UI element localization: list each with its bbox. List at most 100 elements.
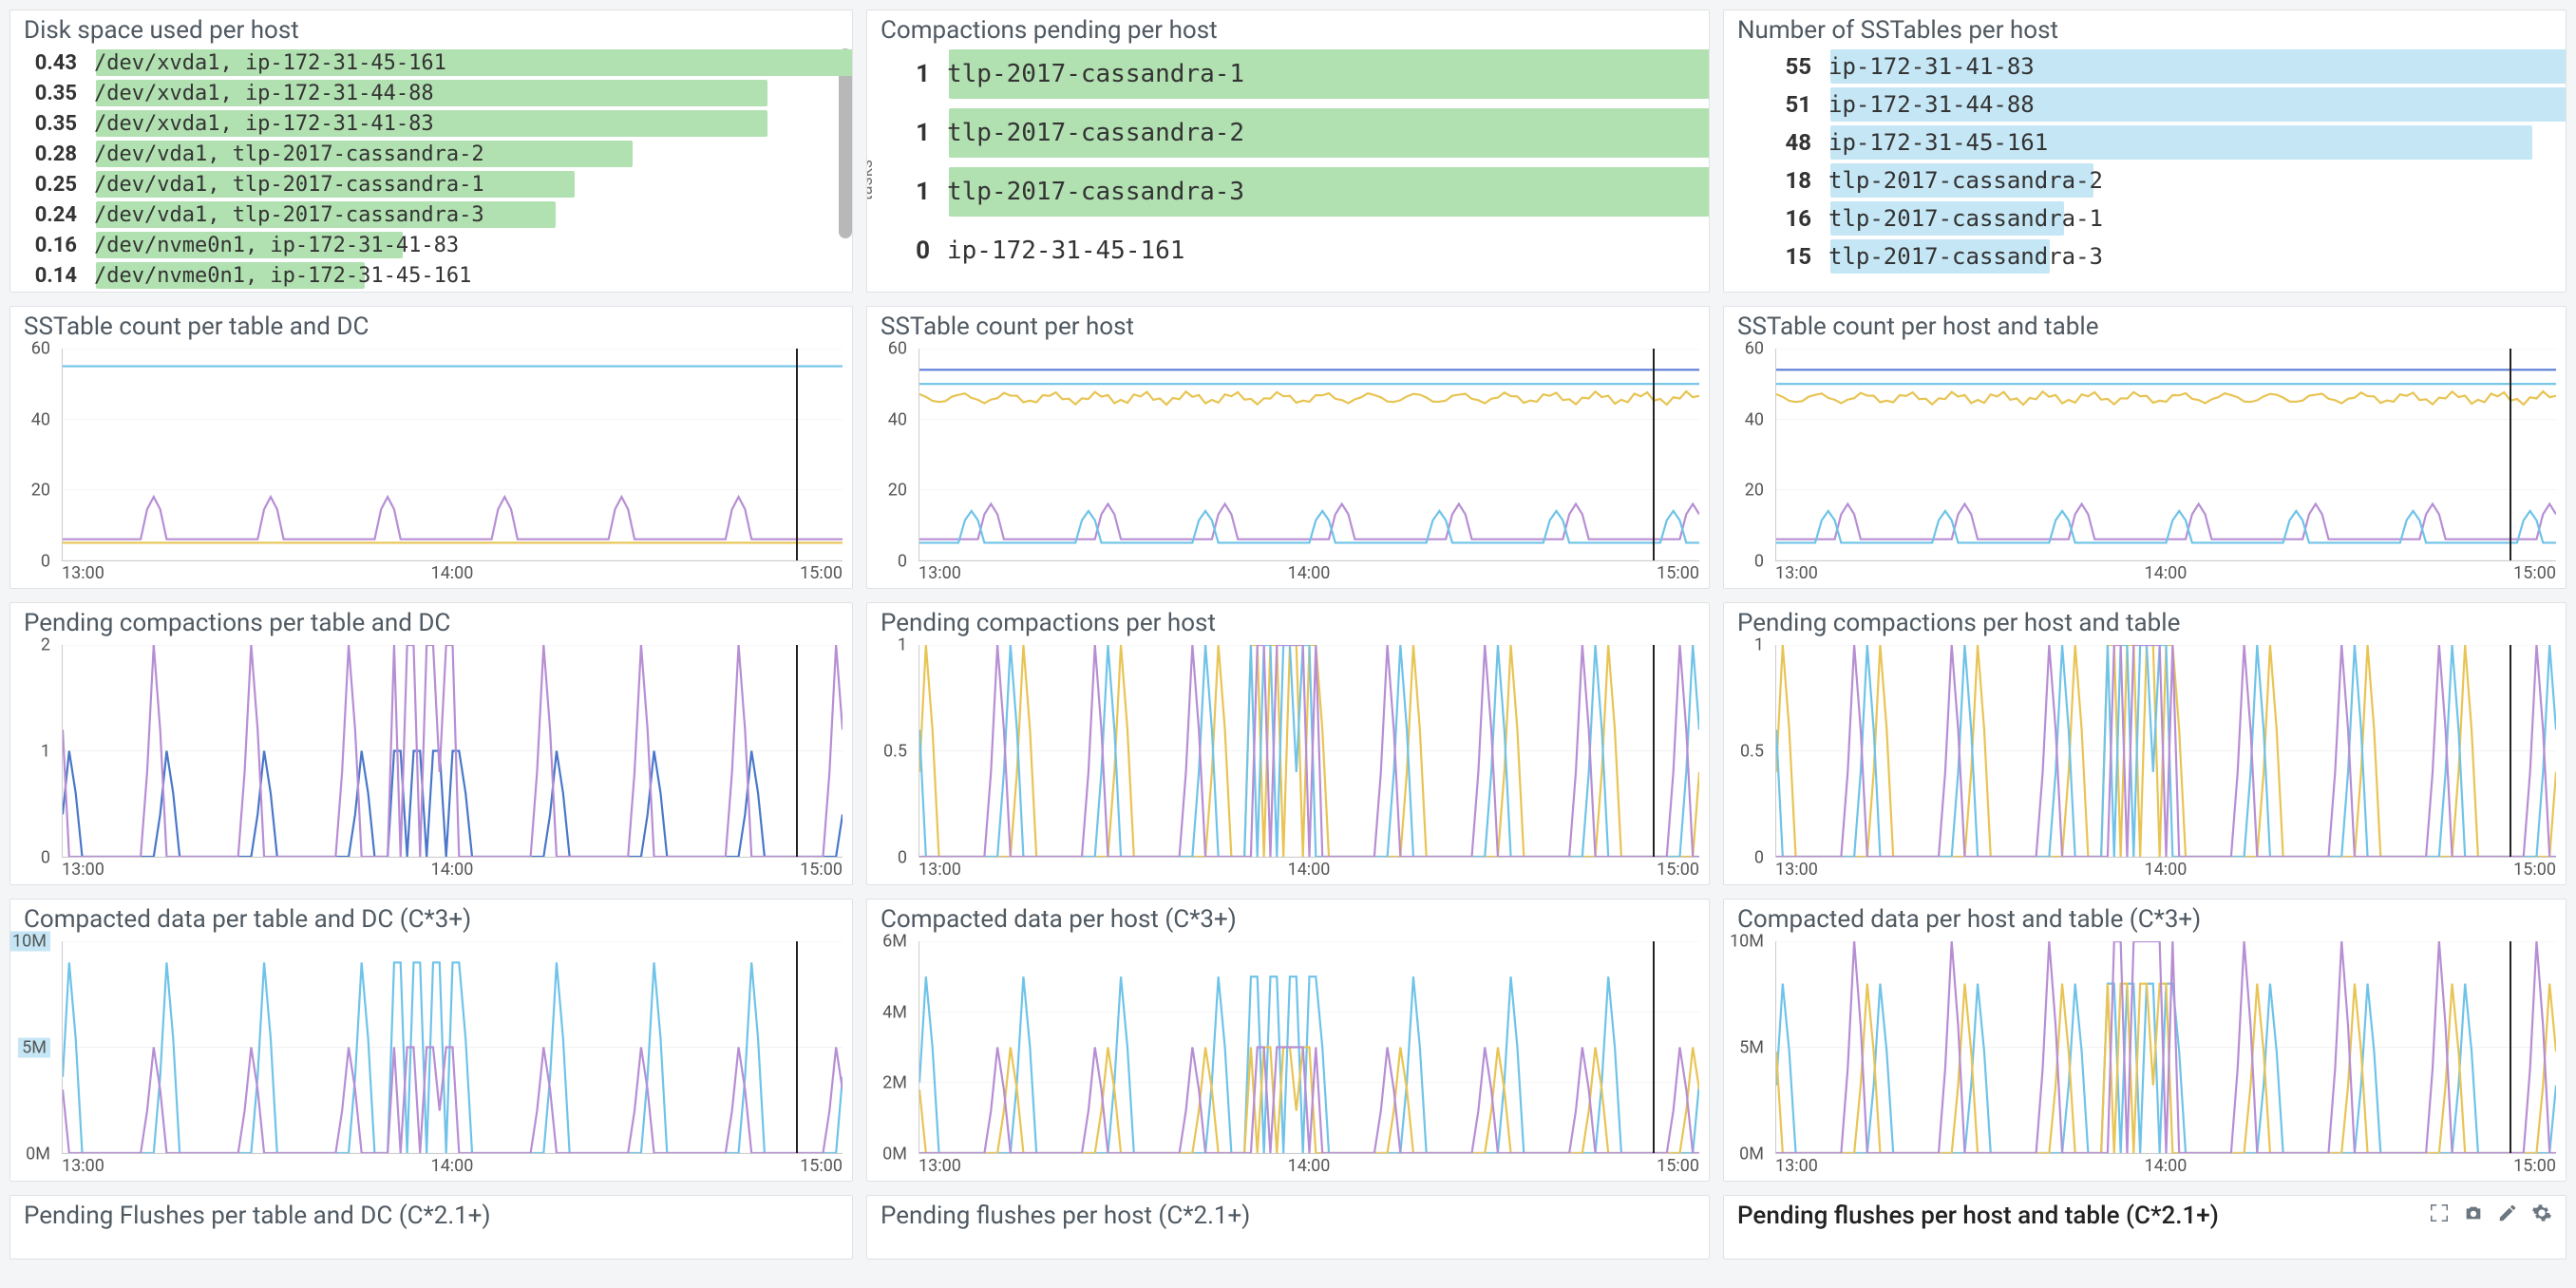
chart-plot[interactable] [1775, 645, 2556, 858]
list-item[interactable]: 1tlp-2017-cassandra-3 [888, 166, 1692, 218]
panel-compactions-pending[interactable]: Compactions pending per host tasks 1tlp-… [866, 9, 1710, 293]
y-tick-label: 20 [1745, 481, 1764, 501]
chart[interactable]: 020406013:0014:0015:00 [10, 345, 852, 588]
time-cursor[interactable] [1653, 349, 1655, 560]
list-item[interactable]: 1tlp-2017-cassandra-1 [888, 48, 1692, 100]
chart[interactable]: 0M2M4M6M13:0014:0015:00 [867, 938, 1709, 1181]
bar-value: 0.25 [10, 173, 86, 197]
panel-title: SSTable count per table and DC [10, 307, 852, 345]
panel-pending-comp-host-table[interactable]: Pending compactions per host and table 0… [1723, 602, 2567, 885]
y-tick-label: 40 [31, 409, 50, 429]
panel-flushes-host-table[interactable]: Pending flushes per host and table (C*2.… [1723, 1195, 2567, 1260]
axis-label: files [1723, 164, 1729, 196]
panel-pending-comp-host[interactable]: Pending compactions per host 00.5113:001… [866, 602, 1710, 885]
chart-plot[interactable] [919, 941, 1699, 1154]
chart[interactable]: 00.5113:0014:0015:00 [867, 641, 1709, 884]
list-item[interactable]: 15tlp-2017-cassandra-3 [1745, 238, 2548, 275]
list-item[interactable]: 0.14/dev/nvme0n1, ip-172-31-45-161 [10, 261, 835, 290]
y-tick-label: 60 [1745, 339, 1764, 359]
bar-label: /dev/vda1, tlp-2017-cassandra-3 [86, 203, 484, 227]
list-item[interactable]: 51ip-172-31-44-88 [1745, 86, 2548, 123]
chart[interactable]: 01213:0014:0015:00 [10, 641, 852, 884]
bar-label: ip-172-31-45-161 [1821, 129, 2048, 156]
time-cursor[interactable] [796, 349, 798, 560]
time-cursor[interactable] [2510, 349, 2511, 560]
x-tick-label: 15:00 [800, 860, 843, 884]
panel-compacted-table-dc[interactable]: Compacted data per table and DC (C*3+) 0… [9, 899, 853, 1182]
bar-label: /dev/vda1, tlp-2017-cassandra-1 [86, 173, 484, 197]
panel-compacted-host-table[interactable]: Compacted data per host and table (C*3+)… [1723, 899, 2567, 1182]
time-cursor[interactable] [1653, 645, 1655, 857]
bar-value: 1 [888, 178, 939, 206]
time-cursor[interactable] [796, 941, 798, 1153]
fullscreen-icon[interactable] [2429, 1202, 2450, 1230]
bar-label: /dev/nvme0n1, ip-172-31-45-161 [86, 264, 471, 288]
panel-sstable-table-dc[interactable]: SSTable count per table and DC 020406013… [9, 306, 853, 589]
panel-sstable-host-table[interactable]: SSTable count per host and table 0204060… [1723, 306, 2567, 589]
scrollbar[interactable] [839, 48, 852, 292]
bar-label: ip-172-31-41-83 [1821, 53, 2035, 80]
bar-value: 0.35 [10, 82, 86, 105]
chart-plot[interactable] [62, 645, 843, 858]
chart-plot[interactable] [62, 349, 843, 561]
time-cursor[interactable] [1653, 941, 1655, 1153]
x-tick-label: 13:00 [62, 563, 104, 588]
time-cursor[interactable] [2510, 941, 2511, 1153]
chart[interactable]: 020406013:0014:0015:00 [867, 345, 1709, 588]
x-tick-label: 14:00 [1288, 1156, 1331, 1181]
chart[interactable]: 0M5M10M13:0014:0015:00 [10, 938, 852, 1181]
bar-label: tlp-2017-cassandra-2 [1821, 167, 2103, 194]
bar-value: 15 [1745, 243, 1821, 270]
y-tick-label: 0M [882, 1145, 907, 1165]
y-tick-label: 0 [898, 848, 907, 868]
list-item[interactable]: 48ip-172-31-45-161 [1745, 124, 2548, 161]
gear-icon[interactable] [2531, 1202, 2552, 1230]
list-item[interactable]: 16tlp-2017-cassandra-1 [1745, 200, 2548, 237]
list-item[interactable]: 0.24/dev/vda1, tlp-2017-cassandra-3 [10, 200, 835, 229]
panel-compacted-host[interactable]: Compacted data per host (C*3+) 0M2M4M6M1… [866, 899, 1710, 1182]
list-item[interactable]: 1tlp-2017-cassandra-2 [888, 107, 1692, 159]
bar-label: ip-172-31-44-88 [1821, 91, 2035, 118]
list-item[interactable]: 0.25/dev/vda1, tlp-2017-cassandra-1 [10, 170, 835, 199]
chart[interactable]: 0M5M10M13:0014:0015:00 [1724, 938, 2566, 1181]
panel-pending-comp-table-dc[interactable]: Pending compactions per table and DC 012… [9, 602, 853, 885]
panel-sstable-host[interactable]: SSTable count per host 020406013:0014:00… [866, 306, 1710, 589]
scrollbar-thumb[interactable] [839, 48, 852, 238]
panel-sstables-per-host[interactable]: Number of SSTables per host files 55ip-1… [1723, 9, 2567, 293]
x-tick-label: 13:00 [1775, 563, 1818, 588]
list-item[interactable]: 0.16/dev/nvme0n1, ip-172-31-41-83 [10, 231, 835, 259]
chart-plot[interactable] [1775, 941, 2556, 1154]
list-item[interactable]: 0.35/dev/xvda1, ip-172-31-44-88 [10, 79, 835, 107]
panel-title: Compacted data per host (C*3+) [867, 900, 1709, 938]
time-cursor[interactable] [796, 645, 798, 857]
time-cursor[interactable] [2510, 645, 2511, 857]
list-item[interactable]: 18tlp-2017-cassandra-2 [1745, 162, 2548, 199]
bar-label: ip-172-31-45-161 [939, 237, 1184, 265]
chart-plot[interactable] [1775, 349, 2556, 561]
x-tick-label: 14:00 [1288, 860, 1331, 884]
panel-flushes-table-dc[interactable]: Pending Flushes per table and DC (C*2.1+… [9, 1195, 853, 1260]
panel-title: Disk space used per host [10, 10, 852, 48]
y-tick-label: 0M [26, 1145, 50, 1165]
list-item[interactable]: 0.43/dev/xvda1, ip-172-31-45-161 [10, 48, 835, 77]
bar-label: tlp-2017-cassandra-1 [1821, 205, 2103, 232]
y-tick-label: 60 [31, 339, 50, 359]
list-item[interactable]: 55ip-172-31-41-83 [1745, 48, 2548, 85]
chart-plot[interactable] [919, 349, 1699, 561]
edit-icon[interactable] [2497, 1202, 2518, 1230]
bar-value: 0.14 [10, 264, 86, 288]
camera-icon[interactable] [2463, 1202, 2484, 1230]
panel-flushes-host[interactable]: Pending flushes per host (C*2.1+) [866, 1195, 1710, 1260]
y-tick-label: 2M [882, 1073, 907, 1093]
chart-plot[interactable] [62, 941, 843, 1154]
chart-plot[interactable] [919, 645, 1699, 858]
chart[interactable]: 00.5113:0014:0015:00 [1724, 641, 2566, 884]
y-tick-label: 0 [1754, 848, 1764, 868]
panel-title: SSTable count per host and table [1724, 307, 2566, 345]
list-item[interactable]: 0ip-172-31-45-161 [888, 225, 1692, 276]
list-item[interactable]: 0.35/dev/xvda1, ip-172-31-41-83 [10, 109, 835, 138]
y-tick-label: 0 [41, 552, 50, 572]
panel-disk-space[interactable]: Disk space used per host 0.43/dev/xvda1,… [9, 9, 853, 293]
chart[interactable]: 020406013:0014:0015:00 [1724, 345, 2566, 588]
list-item[interactable]: 0.28/dev/vda1, tlp-2017-cassandra-2 [10, 140, 835, 168]
